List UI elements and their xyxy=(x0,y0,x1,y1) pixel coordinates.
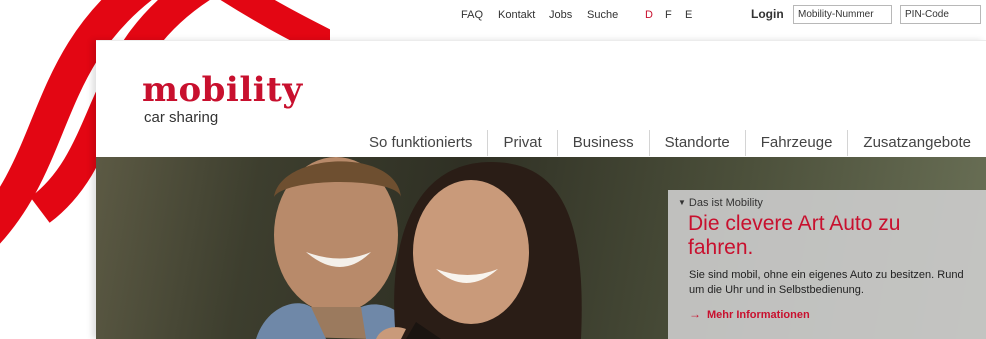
language-d[interactable]: D xyxy=(645,9,653,21)
faq-link[interactable]: FAQ xyxy=(461,9,483,21)
logo-wordmark: mobility xyxy=(142,70,303,110)
triangle-down-icon: ▼ xyxy=(678,198,686,207)
jobs-link[interactable]: Jobs xyxy=(549,9,572,21)
nav-so-funktionierts[interactable]: So funktionierts xyxy=(354,130,487,156)
more-info-label: Mehr Informationen xyxy=(707,309,810,321)
hero-info-box: ▼ Das ist Mobility Die clevere Art Auto z… xyxy=(668,190,986,339)
pin-code-input[interactable] xyxy=(900,5,981,24)
kontakt-link[interactable]: Kontakt xyxy=(498,9,535,21)
hero-description: Sie sind mobil, ohne ein eigenes Auto zu… xyxy=(689,269,964,296)
main-panel: mobility car sharing So funktionierts Pr… xyxy=(96,40,986,339)
more-info-link[interactable]: → Mehr Informationen xyxy=(689,307,810,321)
main-navigation: So funktionierts Privat Business Standor… xyxy=(354,130,986,156)
mobility-logo[interactable]: mobility car sharing xyxy=(142,73,303,126)
logo-tagline: car sharing xyxy=(144,109,219,126)
hero-headline: Die clevere Art Auto zu fahren. xyxy=(688,212,901,259)
suche-link[interactable]: Suche xyxy=(587,9,618,21)
nav-business[interactable]: Business xyxy=(556,130,649,156)
hero-eyebrow-text: Das ist Mobility xyxy=(688,197,763,209)
login-label: Login xyxy=(751,7,784,21)
mobility-number-input[interactable] xyxy=(793,5,892,24)
language-f[interactable]: F xyxy=(665,9,672,21)
hero-banner: ▼ Das ist Mobility Die clevere Art Auto z… xyxy=(96,157,986,339)
nav-fahrzeuge[interactable]: Fahrzeuge xyxy=(744,130,848,156)
language-e[interactable]: E xyxy=(685,9,692,21)
arrow-right-icon: → xyxy=(689,307,701,321)
nav-privat[interactable]: Privat xyxy=(487,130,556,156)
top-bar: FAQ Kontakt Jobs Suche D F E Login xyxy=(0,0,986,30)
nav-zusatzangebote[interactable]: Zusatzangebote xyxy=(847,130,986,156)
nav-standorte[interactable]: Standorte xyxy=(648,130,745,156)
hero-eyebrow: ▼ Das ist Mobility xyxy=(678,197,763,209)
